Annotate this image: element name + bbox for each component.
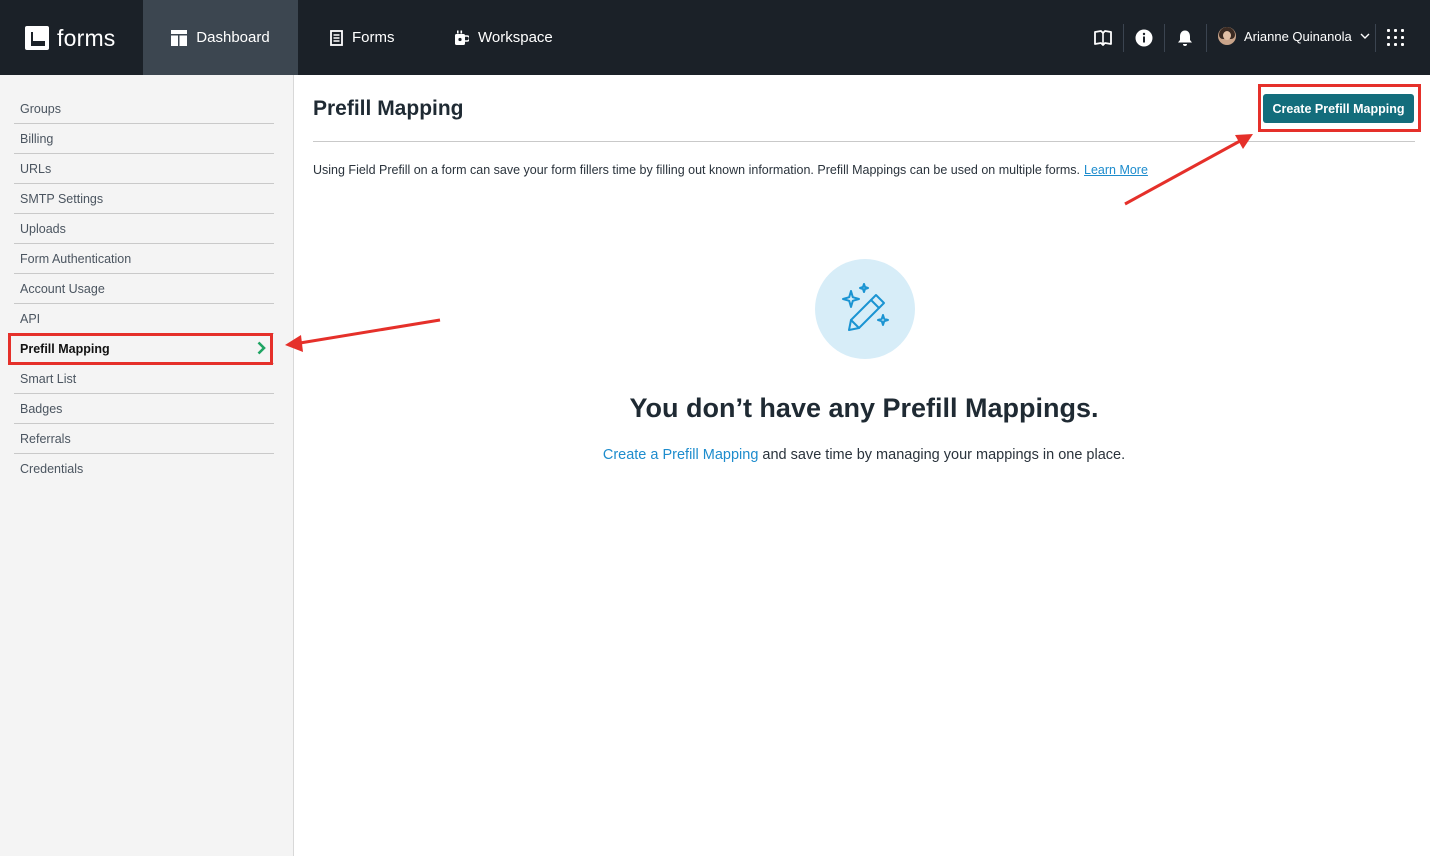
sidebar-item-billing[interactable]: Billing xyxy=(14,124,274,154)
sidebar-item-label: URLs xyxy=(20,161,52,176)
dashboard-icon xyxy=(171,29,188,46)
sidebar-item-badges[interactable]: Badges xyxy=(14,394,274,424)
forms-logo-icon xyxy=(25,26,49,50)
book-icon[interactable] xyxy=(1093,28,1113,48)
header-divider xyxy=(1206,24,1207,52)
create-prefill-mapping-link[interactable]: Create a Prefill Mapping xyxy=(603,447,759,463)
header-divider xyxy=(1164,24,1165,52)
forms-logo[interactable]: forms xyxy=(25,25,116,51)
sidebar-item-label: Smart List xyxy=(20,371,77,386)
logo-text: forms xyxy=(57,24,116,51)
tab-dashboard[interactable]: Dashboard xyxy=(143,0,298,75)
sidebar-item-label: API xyxy=(20,311,41,326)
bell-icon[interactable] xyxy=(1175,28,1195,48)
sidebar-item-api[interactable]: API xyxy=(14,304,274,334)
intro-text: Using Field Prefill on a form can save y… xyxy=(313,163,1148,177)
sidebar-item-referrals[interactable]: Referrals xyxy=(14,424,274,454)
sidebar-item-uploads[interactable]: Uploads xyxy=(14,214,274,244)
page-title: Prefill Mapping xyxy=(313,97,464,120)
sidebar-item-label: Form Authentication xyxy=(20,251,132,266)
magic-pencil-icon xyxy=(815,259,915,359)
learn-more-link[interactable]: Learn More xyxy=(1084,163,1148,177)
empty-state-title: You don’t have any Prefill Mappings. xyxy=(629,393,1099,423)
workspace-icon xyxy=(454,30,469,46)
sidebar-item-urls[interactable]: URLs xyxy=(14,154,274,184)
tab-forms[interactable]: Forms xyxy=(330,0,395,75)
annotation-highlight-box xyxy=(1258,84,1421,132)
annotation-highlight-box xyxy=(8,333,273,365)
user-name: Arianne Quinanola xyxy=(1244,28,1352,44)
sidebar-item-label: Referrals xyxy=(20,431,71,446)
tab-workspace[interactable]: Workspace xyxy=(454,0,553,75)
sidebar-item-groups[interactable]: Groups xyxy=(14,94,274,124)
header-divider xyxy=(1123,24,1124,52)
tab-dashboard-label: Dashboard xyxy=(196,29,270,46)
sidebar-item-label: SMTP Settings xyxy=(20,191,104,206)
sidebar-item-label: Billing xyxy=(20,131,54,146)
info-icon[interactable] xyxy=(1134,28,1154,48)
sidebar-item-label: Badges xyxy=(20,401,63,416)
empty-state-text-rest: and save time by managing your mappings … xyxy=(762,447,1126,463)
tab-forms-label: Forms xyxy=(352,29,395,46)
sidebar-item-smart-list[interactable]: Smart List xyxy=(14,364,274,394)
sidebar-item-label: Credentials xyxy=(20,462,84,476)
top-navigation-bar: forms Dashboard Forms Workspace Arianne … xyxy=(0,0,1430,75)
sidebar-item-smtp-settings[interactable]: SMTP Settings xyxy=(14,184,274,214)
sidebar-item-label: Uploads xyxy=(20,221,66,236)
divider xyxy=(313,141,1415,142)
document-icon xyxy=(330,29,343,46)
sidebar-list: Groups Billing URLs SMTP Settings Upload… xyxy=(14,94,274,484)
settings-sidebar: Groups Billing URLs SMTP Settings Upload… xyxy=(0,75,294,856)
sidebar-item-credentials[interactable]: Credentials xyxy=(14,454,274,484)
user-menu[interactable]: Arianne Quinanola xyxy=(1218,27,1370,45)
sidebar-item-form-authentication[interactable]: Form Authentication xyxy=(14,244,274,274)
sidebar-item-account-usage[interactable]: Account Usage xyxy=(14,274,274,304)
sidebar-item-label: Account Usage xyxy=(20,281,105,296)
tab-workspace-label: Workspace xyxy=(478,29,553,46)
header-divider xyxy=(1375,24,1376,52)
sidebar-item-label: Groups xyxy=(20,101,61,116)
avatar xyxy=(1218,27,1236,45)
chevron-down-icon xyxy=(1360,33,1370,39)
apps-grid-icon[interactable] xyxy=(1387,29,1404,46)
intro-text-body: Using Field Prefill on a form can save y… xyxy=(313,163,1080,177)
annotation-arrow xyxy=(285,318,441,352)
empty-state-text: Create a Prefill Mapping and save time by… xyxy=(313,447,1415,463)
